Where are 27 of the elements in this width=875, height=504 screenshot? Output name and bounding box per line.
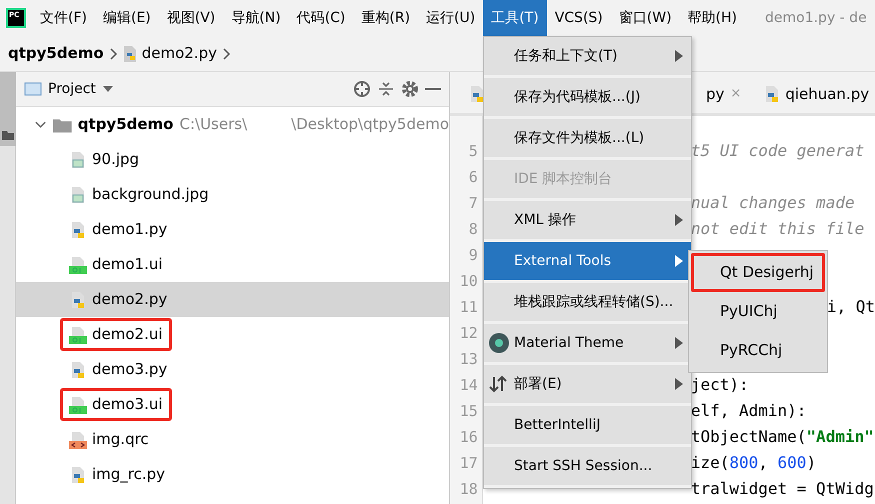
line-number: 17 (458, 453, 479, 474)
code-line: not edit this file (690, 219, 864, 238)
line-number: 12 (458, 323, 479, 344)
line-number: 8 (468, 219, 479, 240)
code-line: elf, Admin): (690, 401, 806, 420)
line-number: 18 (458, 479, 479, 500)
code-line: ize(800, 600) (690, 453, 816, 472)
line-number: 10 (458, 271, 479, 292)
line-number: 14 (458, 375, 479, 396)
tab-label: py (706, 84, 724, 105)
line-number: 9 (468, 245, 479, 266)
line-number: 11 (458, 297, 479, 318)
window-title: demo1.py - de (765, 8, 867, 28)
tab-label: qiehuan.py (785, 84, 870, 105)
code-line: t5 UI code generat (690, 141, 864, 160)
line-number: 5 (468, 141, 479, 162)
code-line: tralwidget = QtWidg (690, 479, 874, 498)
code-line: i, Qt (826, 297, 875, 316)
folder-path: C:\Users\ \Desktop\qtpy5demo (180, 114, 449, 136)
line-number: 6 (468, 167, 479, 188)
line-number: 15 (458, 401, 479, 422)
line-number: 16 (458, 427, 479, 448)
code-line: nual changes made (690, 193, 855, 212)
line-number: 7 (468, 193, 479, 214)
code-line: tObjectName("Admin" (690, 427, 874, 446)
line-number: 13 (458, 349, 479, 370)
code-line: ject): (690, 375, 749, 394)
